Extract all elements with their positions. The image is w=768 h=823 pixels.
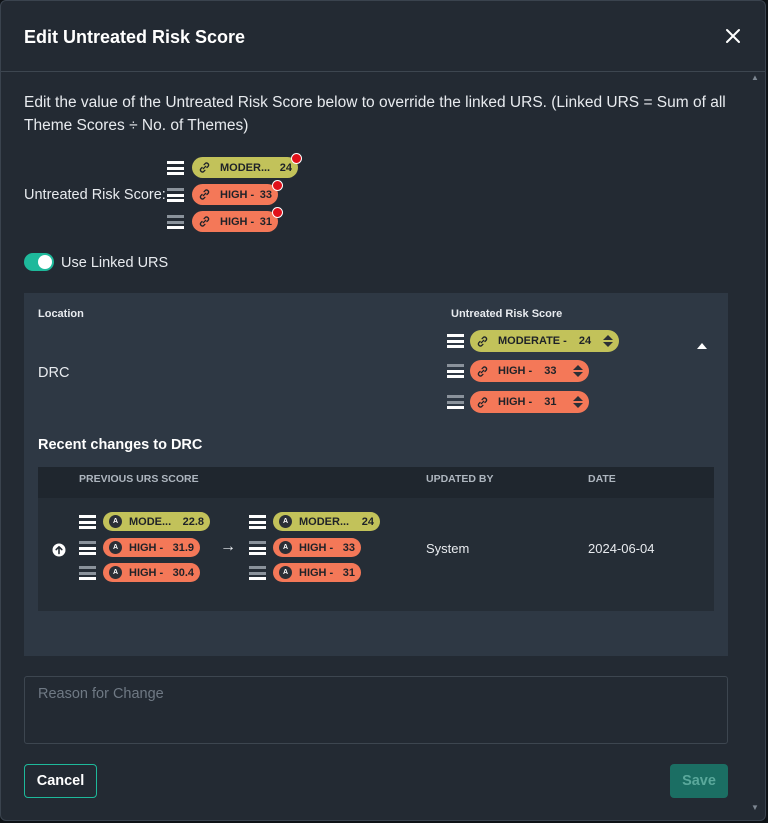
level-bars-icon (249, 541, 266, 555)
pill-value: 31 (342, 566, 355, 579)
pill-value: 31 (259, 215, 272, 228)
date-header: DATE (588, 473, 616, 485)
previous-score-pill: A HIGH - 31.9 (103, 538, 200, 557)
reason-for-change-input[interactable] (24, 676, 728, 744)
link-icon (199, 189, 210, 200)
sort-arrows-icon[interactable] (573, 396, 583, 408)
urs-pill-high[interactable]: HIGH - 33 (192, 184, 278, 205)
location-column-header: Location (38, 308, 84, 320)
pill-value: 31.9 (172, 541, 194, 554)
link-icon (199, 216, 210, 227)
pill-label: HIGH - (129, 566, 164, 579)
expand-row-icon[interactable] (52, 543, 66, 557)
urs-select-high[interactable]: HIGH - 33 (470, 360, 589, 382)
pill-label: HIGH - (220, 188, 255, 201)
pill-label: MODERATE - (498, 335, 567, 347)
pill-value: 24 (279, 161, 292, 174)
date-cell: 2024-06-04 (588, 541, 655, 556)
link-icon (477, 365, 488, 377)
edit-urs-dialog: Edit Untreated Risk Score ▲ ▼ Edit the v… (0, 0, 766, 821)
pill-value: 22.8 (182, 515, 204, 528)
current-score-pill: A HIGH - 33 (273, 538, 361, 557)
user-avatar-icon: A (109, 515, 122, 528)
urs-select-moderate[interactable]: MODERATE - 24 (470, 330, 619, 352)
link-icon (477, 396, 488, 408)
level-bars-icon (167, 161, 184, 175)
pill-value: 24 (578, 335, 592, 347)
save-button[interactable]: Save (670, 764, 728, 798)
pill-value: 24 (361, 515, 374, 528)
level-bars-icon (249, 566, 266, 580)
previous-score-pill: A HIGH - 30.4 (103, 563, 200, 582)
user-avatar-icon: A (279, 541, 292, 554)
pill-label: MODE... (129, 515, 172, 528)
updated-by-header: UPDATED BY (426, 473, 494, 485)
change-arrow: → (220, 538, 236, 555)
level-bars-icon (249, 515, 266, 529)
location-panel: Location Untreated Risk Score DRC MODERA… (24, 293, 728, 656)
urs-column-header: Untreated Risk Score (451, 308, 563, 320)
pill-label: HIGH - (498, 365, 533, 377)
pill-value: 33 (259, 188, 272, 201)
pill-value: 33 (544, 365, 557, 377)
scroll-down-arrow-icon[interactable]: ▼ (751, 804, 759, 812)
collapse-caret-icon[interactable] (697, 343, 707, 349)
dialog-description: Edit the value of the Untreated Risk Sco… (24, 94, 726, 134)
recent-changes-header: PREVIOUS URS SCORE UPDATED BY DATE (38, 467, 714, 498)
recent-changes-table: PREVIOUS URS SCORE UPDATED BY DATE A MOD… (38, 467, 714, 611)
urs-pill-moderate[interactable]: MODER... 24 (192, 157, 298, 178)
cancel-button[interactable]: Cancel (24, 764, 97, 798)
flag-dot (291, 153, 302, 164)
urs-pill-high[interactable]: HIGH - 31 (192, 211, 278, 232)
pill-label: HIGH - (299, 566, 334, 579)
level-bars-icon (167, 215, 184, 229)
user-avatar-icon: A (109, 566, 122, 579)
level-bars-icon (79, 566, 96, 580)
level-bars-icon (79, 541, 96, 555)
use-linked-urs-label: Use Linked URS (61, 255, 169, 271)
pill-label: HIGH - (498, 396, 533, 408)
dialog-title: Edit Untreated Risk Score (24, 27, 246, 47)
urs-select-high[interactable]: HIGH - 31 (470, 391, 589, 413)
link-icon (199, 162, 210, 173)
pill-value: 31 (544, 396, 557, 408)
user-avatar-icon: A (279, 566, 292, 579)
flag-dot (272, 207, 283, 218)
user-avatar-icon: A (279, 515, 292, 528)
flag-dot (272, 180, 283, 191)
level-bars-icon (167, 188, 184, 202)
previous-score-header: PREVIOUS URS SCORE (79, 473, 199, 485)
previous-score-pill: A MODE... 22.8 (103, 512, 210, 531)
pill-value: 30.4 (172, 566, 194, 579)
use-linked-urs-toggle[interactable] (24, 253, 54, 271)
sort-arrows-icon[interactable] (603, 335, 613, 347)
pill-label: MODER... (220, 161, 271, 174)
level-bars-icon (79, 515, 96, 529)
sort-arrows-icon[interactable] (573, 365, 583, 377)
dialog-header: Edit Untreated Risk Score (1, 1, 765, 72)
level-bars-icon (447, 334, 464, 348)
pill-label: MODER... (299, 515, 350, 528)
pill-value: 33 (342, 541, 355, 554)
close-icon[interactable] (721, 24, 745, 48)
link-icon (477, 335, 488, 347)
user-avatar-icon: A (109, 541, 122, 554)
current-score-pill: A HIGH - 31 (273, 563, 361, 582)
pill-label: HIGH - (129, 541, 164, 554)
scroll-up-arrow-icon[interactable]: ▲ (751, 74, 759, 82)
location-name: DRC (38, 365, 70, 381)
pill-label: HIGH - (220, 215, 255, 228)
current-score-pill: A MODER... 24 (273, 512, 380, 531)
updated-by-cell: System (426, 541, 470, 556)
level-bars-icon (447, 395, 464, 409)
recent-changes-title: Recent changes to DRC (38, 437, 203, 453)
urs-label: Untreated Risk Score: (24, 187, 166, 203)
pill-label: HIGH - (299, 541, 334, 554)
level-bars-icon (447, 364, 464, 378)
